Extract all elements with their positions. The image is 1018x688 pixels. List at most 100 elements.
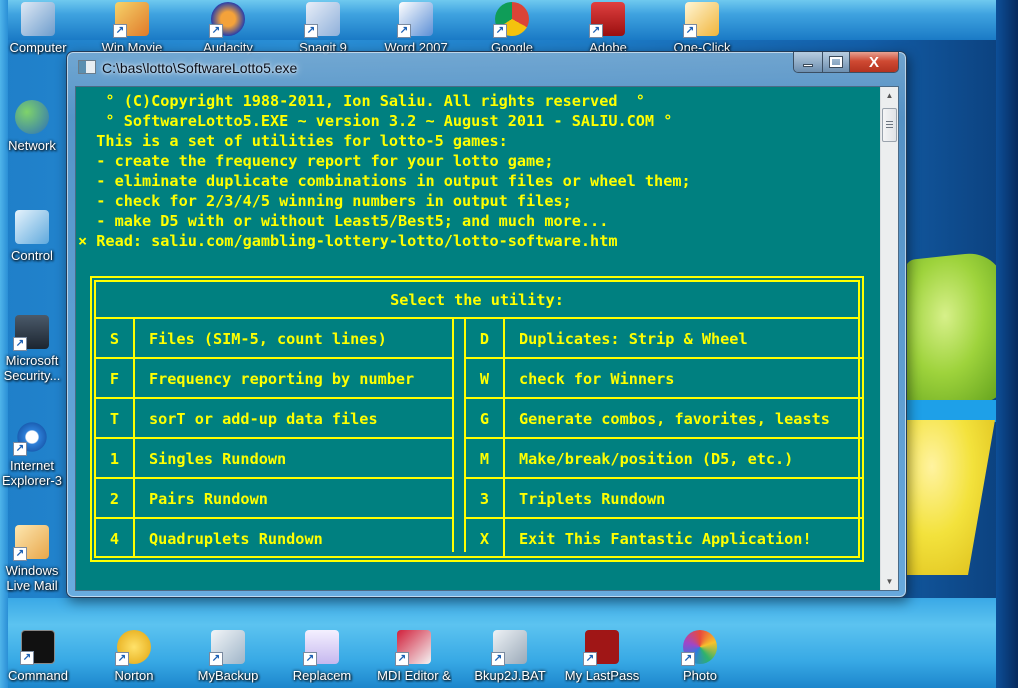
menu-option-label: Quadruplets Rundown <box>149 530 323 548</box>
menu-option-x[interactable]: X Exit This Fantastic Application! <box>466 519 862 557</box>
menu-option-m[interactable]: M Make/break/position (D5, etc.) <box>466 439 862 479</box>
menu-option-key: W <box>466 359 505 397</box>
menu-option-d[interactable]: D Duplicates: Strip & Wheel <box>466 319 862 359</box>
shortcut-arrow-icon: ↗ <box>209 652 223 666</box>
shortcut-arrow-icon: ↗ <box>491 652 505 666</box>
menu-option-label: Pairs Rundown <box>149 490 268 508</box>
shortcut-arrow-icon: ↗ <box>397 24 411 38</box>
console-line-feature-winners: - check for 2/3/4/5 winning numbers in o… <box>78 192 572 210</box>
menu-option-f[interactable]: F Frequency reporting by number <box>96 359 452 399</box>
desktop-icon-microsoft-security[interactable]: ↗ Microsoft Security... <box>0 315 68 385</box>
console-line-feature-frequency: - create the frequency report for your l… <box>78 152 554 170</box>
shortcut-arrow-icon: ↗ <box>681 652 695 666</box>
console-app-icon[interactable] <box>78 60 96 74</box>
menu-option-label: sorT or add-up data files <box>149 410 378 428</box>
minimize-button[interactable] <box>794 52 823 72</box>
desktop-icon-label: Command <box>8 668 68 683</box>
desktop-icon-computer[interactable]: Computer <box>0 2 76 55</box>
menu-option-key: 3 <box>466 479 505 517</box>
maximize-button[interactable] <box>823 52 850 72</box>
shortcut-arrow-icon: ↗ <box>589 24 603 38</box>
console-line-feature-d5: - make D5 with or without Least5/Best5; … <box>78 212 609 230</box>
movie-maker-icon: ↗ <box>113 2 149 38</box>
desktop-icon-photo[interactable]: ↗ Photo <box>662 630 738 683</box>
menu-header: Select the utility: <box>96 282 858 319</box>
window-title: C:\bas\lotto\SoftwareLotto5.exe <box>102 60 298 76</box>
menu-option-label: Exit This Fantastic Application! <box>519 530 812 548</box>
desktop-icon-win-movie[interactable]: ↗ Win Movie <box>94 2 170 55</box>
mail-icon: ↗ <box>13 525 49 561</box>
desktop-icon-norton[interactable]: ↗ Norton <box>96 630 172 683</box>
desktop-icon-audacity[interactable]: ↗ Audacity <box>190 2 266 55</box>
console-line-feature-duplicates: - eliminate duplicate combinations in ou… <box>78 172 691 190</box>
desktop-icon-command[interactable]: ↗ Command <box>0 630 76 683</box>
menu-option-label: Duplicates: Strip & Wheel <box>519 330 748 348</box>
menu-option-key: G <box>466 399 505 437</box>
menu-option-label: check for Winners <box>519 370 675 388</box>
desktop-icon-label: Control Panel <box>11 248 53 264</box>
desktop-icon-label: Network <box>8 138 56 153</box>
shortcut-arrow-icon: ↗ <box>683 24 697 38</box>
desktop-icon-label: Windows Live Mail <box>5 563 59 593</box>
desktop-icon-control-panel[interactable]: Control Panel <box>0 210 68 264</box>
menu-option-1[interactable]: 1 Singles Rundown <box>96 439 452 479</box>
menu-option-3[interactable]: 3 Triplets Rundown <box>466 479 862 519</box>
desktop-icon-adobe[interactable]: ↗ Adobe <box>570 2 646 55</box>
shortcut-arrow-icon: ↗ <box>20 651 34 665</box>
scroll-up-arrow-icon[interactable]: ▲ <box>881 87 898 104</box>
grip-line <box>886 124 893 125</box>
adobe-reader-icon: ↗ <box>589 2 625 38</box>
utility-menu: Select the utility: S Files (SIM-5, count… <box>90 276 864 562</box>
norton-icon: ↗ <box>115 630 151 666</box>
shortcut-arrow-icon: ↗ <box>13 442 27 456</box>
menu-option-key: D <box>466 319 505 357</box>
menu-option-key: 2 <box>96 479 135 517</box>
menu-option-g[interactable]: G Generate combos, favorites, leasts <box>466 399 862 439</box>
menu-option-key: X <box>466 519 505 557</box>
menu-option-s[interactable]: S Files (SIM-5, count lines) <box>96 319 452 359</box>
desktop-icon-bkup2j-bat[interactable]: ↗ Bkup2J.BAT <box>472 630 548 683</box>
desktop-icon-label: Replacem <box>292 668 352 683</box>
document-icon: ↗ <box>303 630 339 666</box>
desktop-icon-internet-explorer-3[interactable]: ↗ Internet Explorer-3 <box>0 420 68 490</box>
desktop-icon-label: Computer <box>9 40 67 55</box>
menu-option-key: 4 <box>96 519 135 557</box>
menu-option-key: 1 <box>96 439 135 477</box>
title-bar[interactable]: C:\bas\lotto\SoftwareLotto5.exe X <box>67 52 906 82</box>
desktop-icon-mdi-editor[interactable]: ↗ MDI Editor & <box>376 630 452 683</box>
menu-option-key: S <box>96 319 135 357</box>
desktop-icon-mybackup[interactable]: ↗ MyBackup <box>190 630 266 683</box>
console-line-intro: This is a set of utilities for lotto-5 g… <box>78 132 508 150</box>
grip-line <box>886 121 893 122</box>
close-button[interactable]: X <box>850 52 898 72</box>
menu-option-2[interactable]: 2 Pairs Rundown <box>96 479 452 519</box>
desktop-icon-label: My LastPass <box>564 668 640 683</box>
desktop-icon-one-click[interactable]: ↗ One-Click <box>664 2 740 55</box>
network-icon <box>15 100 49 134</box>
menu-option-t[interactable]: TsorT or add-up data files <box>96 399 452 439</box>
menu-option-w[interactable]: Wcheck for Winners <box>466 359 862 399</box>
desktop-icon-replacem[interactable]: ↗ Replacem <box>284 630 360 683</box>
one-click-icon: ↗ <box>683 2 719 38</box>
console-line-copyright: ° (C)Copyright 1988-2011, Ion Saliu. All… <box>78 92 645 110</box>
desktop-icon-label: MDI Editor & <box>377 668 451 683</box>
desktop-icon-word-2007[interactable]: ↗ Word 2007 <box>378 2 454 55</box>
vertical-scrollbar[interactable]: ▲ ▼ <box>880 87 898 590</box>
utility-menu-inner: Select the utility: S Files (SIM-5, count… <box>94 280 862 558</box>
desktop-icon-snagit-9[interactable]: ↗ Snagit 9 <box>285 2 361 55</box>
desktop-icon-label: Microsoft Security... <box>3 353 61 383</box>
menu-option-key: M <box>466 439 505 477</box>
windows-logo-green-pane <box>905 249 1005 411</box>
desktop-icon-my-lastpass[interactable]: ↗ My LastPass <box>564 630 640 683</box>
menu-option-label: Triplets Rundown <box>519 490 666 508</box>
desktop-icon-label: MyBackup <box>197 668 259 683</box>
desktop-icon-google[interactable]: ↗ Google <box>474 2 550 55</box>
shortcut-arrow-icon: ↗ <box>13 547 27 561</box>
desktop-icon-windows-live-mail[interactable]: ↗ Windows Live Mail <box>0 525 68 595</box>
scroll-down-arrow-icon[interactable]: ▼ <box>881 573 898 590</box>
menu-option-4[interactable]: 4 Quadruplets Rundown <box>96 519 452 557</box>
scroll-thumb[interactable] <box>882 108 897 142</box>
console-client-area: ° (C)Copyright 1988-2011, Ion Saliu. All… <box>75 86 899 591</box>
audacity-icon: ↗ <box>209 2 245 38</box>
desktop-icon-network[interactable]: Network <box>0 100 68 154</box>
